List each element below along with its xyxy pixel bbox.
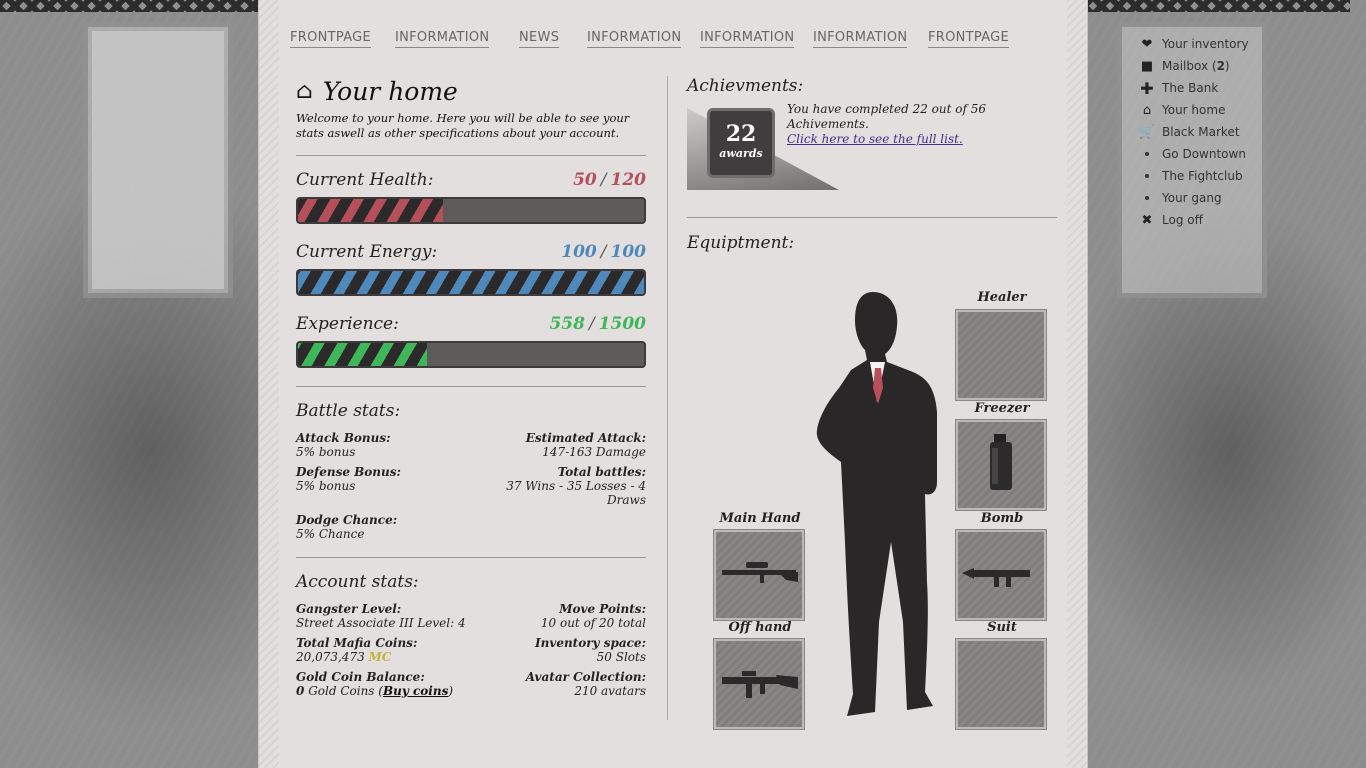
bullet-icon bbox=[1145, 196, 1149, 200]
welcome-text: Welcome to your home. Here you will be a… bbox=[296, 111, 630, 140]
buy-coins-link[interactable]: Buy coins bbox=[383, 684, 448, 698]
grenade-icon bbox=[990, 434, 1012, 490]
slot-label-bomb: Bomb bbox=[980, 511, 1024, 526]
left-side-panel bbox=[83, 22, 233, 298]
menu-item-gang[interactable]: Your gang bbox=[1138, 187, 1262, 209]
nav-news[interactable]: NEWS bbox=[519, 30, 560, 48]
slot-label-healer: Healer bbox=[977, 290, 1027, 305]
menu-item-fightclub[interactable]: The Fightclub bbox=[1138, 165, 1262, 187]
nav-information[interactable]: INFORMATION bbox=[813, 30, 908, 48]
divider bbox=[296, 386, 646, 387]
menu-item-home[interactable]: ⌂ Your home bbox=[1138, 99, 1262, 121]
menu-item-inventory[interactable]: ❤ Your inventory bbox=[1138, 33, 1262, 55]
achievements-box: 22 awards You have completed 22 out of 5… bbox=[687, 102, 1059, 192]
top-navigation: FRONTPAGE INFORMATION NEWS INFORMATION I… bbox=[259, 30, 1087, 54]
heart-icon: ❤ bbox=[1141, 36, 1153, 52]
menu-item-mailbox[interactable]: ■ Mailbox (2) bbox=[1138, 55, 1262, 77]
achievements-title: Achievments: bbox=[687, 76, 804, 96]
sniper-rifle-icon bbox=[722, 562, 798, 583]
bullet-icon bbox=[1145, 174, 1149, 178]
equipment-title: Equiptment: bbox=[687, 233, 795, 253]
nav-frontpage[interactable]: FRONTPAGE bbox=[928, 30, 1010, 48]
divider bbox=[687, 217, 1057, 218]
experience-bar-fill bbox=[298, 343, 427, 366]
divider bbox=[296, 155, 646, 156]
awards-badge: 22 awards bbox=[707, 108, 775, 178]
bullet-icon bbox=[1145, 152, 1149, 156]
avatar-silhouette bbox=[816, 292, 937, 716]
bomb-slot[interactable] bbox=[955, 529, 1047, 621]
achievements-equipment-column: Achievments: 22 awards You have complete… bbox=[687, 76, 1059, 736]
close-circle-icon: ✖ bbox=[1141, 212, 1153, 228]
suit-slot[interactable] bbox=[955, 638, 1047, 730]
freezer-slot[interactable] bbox=[955, 419, 1047, 511]
experience-bar bbox=[296, 341, 646, 368]
folder-icon: ■ bbox=[1140, 58, 1154, 74]
slot-label-off-hand: Off hand bbox=[728, 620, 792, 635]
page-title: ⌂ Your home bbox=[296, 76, 458, 106]
main-content: FRONTPAGE INFORMATION NEWS INFORMATION I… bbox=[258, 0, 1088, 768]
achievements-full-list-link[interactable]: Click here to see the full list. bbox=[787, 132, 963, 146]
experience-value: 558/1500 bbox=[549, 314, 646, 334]
energy-row: Current Energy: 100/100 bbox=[296, 242, 646, 262]
health-value: 50/120 bbox=[573, 170, 646, 190]
slot-label-main-hand: Main Hand bbox=[719, 511, 801, 526]
side-menu: ❤ Your inventory ■ Mailbox (2) ✚ The Bank ⌂… bbox=[1138, 33, 1262, 231]
health-bar bbox=[296, 197, 646, 224]
divider bbox=[296, 557, 646, 558]
column-divider bbox=[667, 76, 668, 720]
experience-row: Experience: 558/1500 bbox=[296, 314, 646, 334]
off-hand-slot[interactable] bbox=[713, 638, 805, 730]
slot-label-suit: Suit bbox=[987, 620, 1017, 635]
menu-item-log-off[interactable]: ✖ Log off bbox=[1138, 209, 1262, 231]
stats-column: ⌂ Your home Welcome to your home. Here y… bbox=[296, 74, 646, 698]
account-stats-title: Account stats: bbox=[296, 572, 419, 592]
nav-information[interactable]: INFORMATION bbox=[700, 30, 795, 48]
energy-bar bbox=[296, 269, 646, 296]
cart-icon: 🛒 bbox=[1138, 124, 1156, 140]
menu-item-bank[interactable]: ✚ The Bank bbox=[1138, 77, 1262, 99]
health-bar-fill bbox=[298, 199, 444, 222]
plus-icon: ✚ bbox=[1140, 78, 1154, 98]
home-icon: ⌂ bbox=[296, 78, 313, 104]
slot-label-freezer: Freezer bbox=[974, 401, 1030, 416]
side-menu-panel: ❤ Your inventory ■ Mailbox (2) ✚ The Bank ⌂… bbox=[1117, 22, 1267, 298]
home-icon: ⌂ bbox=[1142, 102, 1152, 118]
mailbox-count: 2 bbox=[1216, 59, 1225, 73]
menu-item-downtown[interactable]: Go Downtown bbox=[1138, 143, 1262, 165]
energy-value: 100/100 bbox=[561, 242, 646, 262]
assault-rifle-icon bbox=[722, 671, 798, 698]
energy-bar-fill bbox=[298, 271, 644, 294]
health-row: Current Health: 50/120 bbox=[296, 170, 646, 190]
achievements-text: You have completed 22 out of 56 Achiveme… bbox=[787, 102, 987, 146]
menu-item-black-market[interactable]: 🛒 Black Market bbox=[1138, 121, 1262, 143]
nav-frontpage[interactable]: FRONTPAGE bbox=[290, 30, 372, 48]
healer-slot[interactable] bbox=[955, 309, 1047, 401]
battle-stats: Attack Bonus: 5% bonus Estimated Attack: 1… bbox=[296, 431, 646, 541]
battle-stats-title: Battle stats: bbox=[296, 401, 401, 421]
nav-information[interactable]: INFORMATION bbox=[395, 30, 490, 48]
main-hand-slot[interactable] bbox=[713, 529, 805, 621]
nav-information[interactable]: INFORMATION bbox=[587, 30, 682, 48]
account-stats: Gangster Level: Street Associate III Leve… bbox=[296, 602, 646, 698]
rocket-launcher-icon bbox=[962, 568, 1030, 587]
